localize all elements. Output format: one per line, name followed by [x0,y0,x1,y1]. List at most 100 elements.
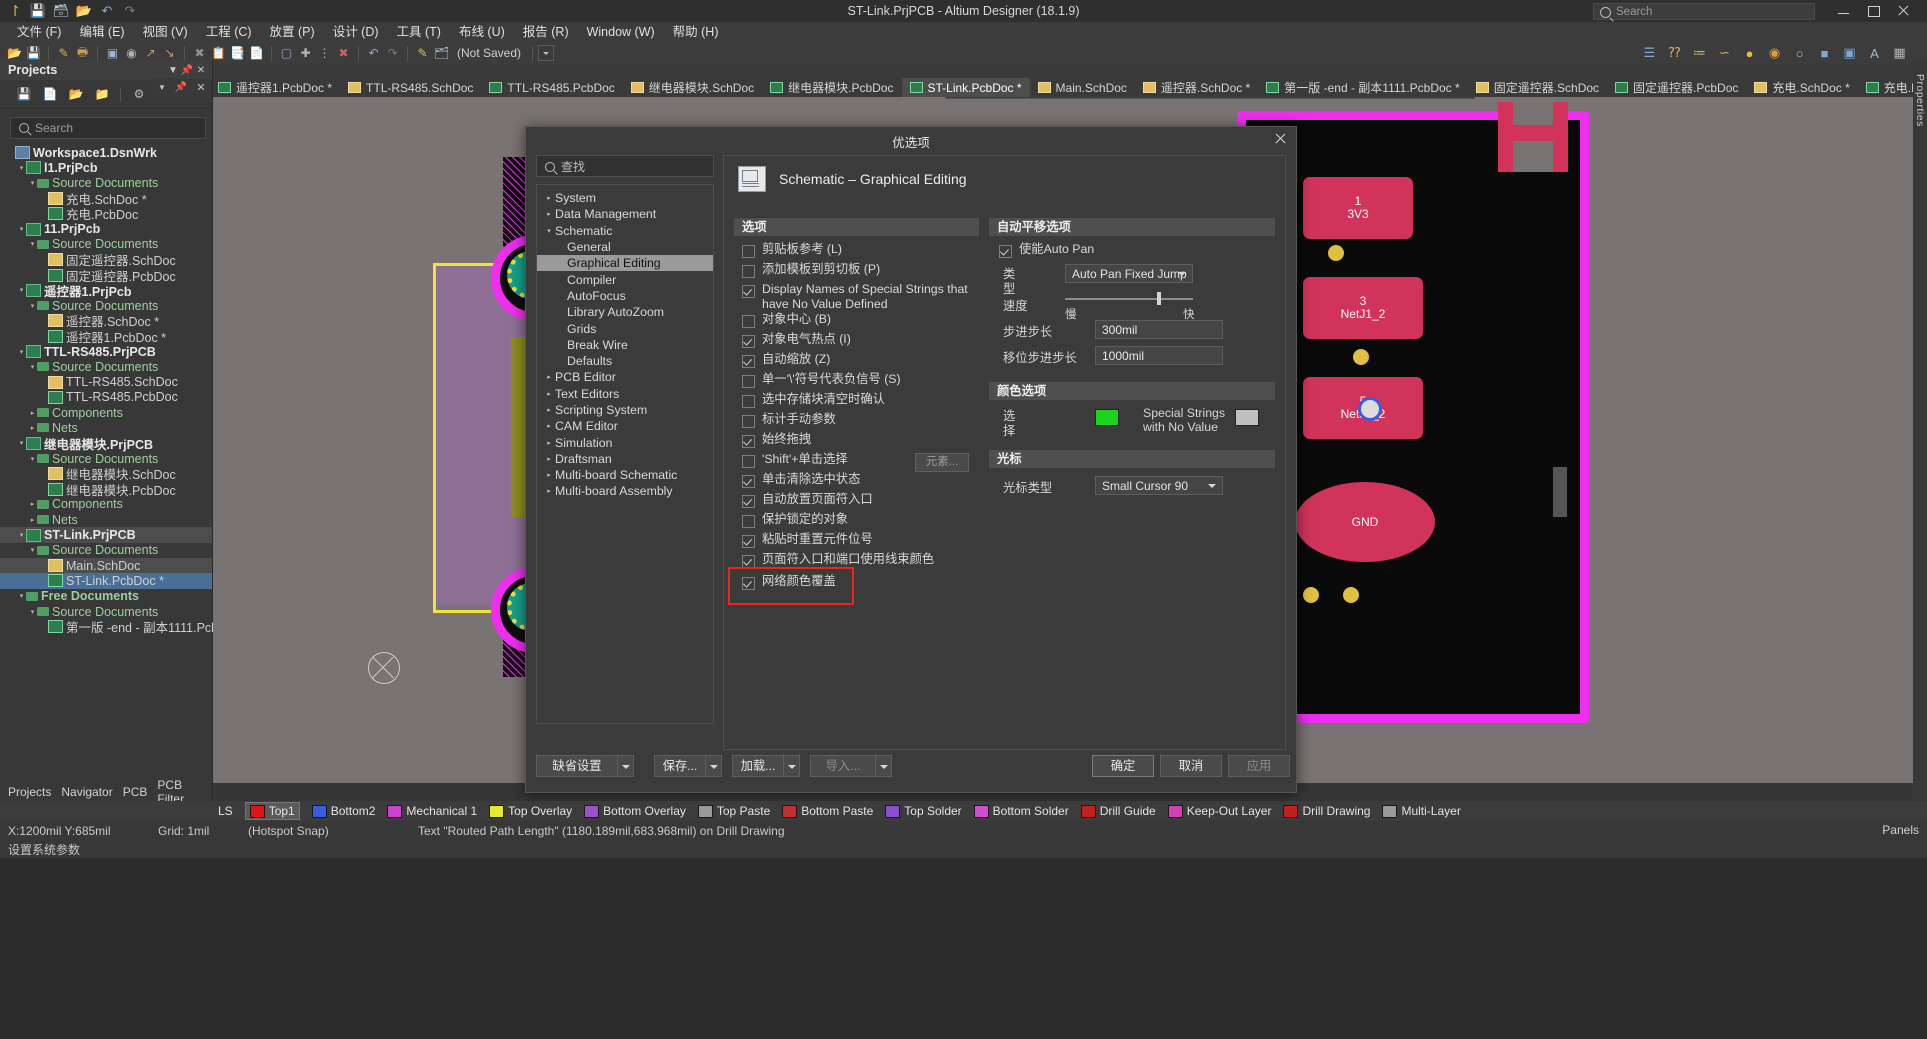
panels-button[interactable]: Panels [1882,823,1919,837]
chevron-down-icon[interactable]: ▾ [28,608,37,616]
properties-panel-tab[interactable]: Properties [1914,74,1926,127]
document-tab-6[interactable]: Main.SchDoc [1030,78,1135,97]
project-tree-item[interactable]: 第一版 -end - 副本1111.Pcb [0,619,212,634]
document-tabs[interactable]: 遥控器1.PcbDoc *TTL-RS485.SchDocTTL-RS485.P… [152,78,1927,97]
slider-thumb[interactable] [1157,292,1161,305]
cancel-button[interactable]: 取消 [1160,755,1222,777]
options-list[interactable]: 剪贴板参考 (L)添加模板到剪切板 (P)Display Names of Sp… [734,242,979,594]
main-toolbar-right-group[interactable]: ☰ ⁇ ≔ ∽ ● ◉ ○ ■ ▣ A ▦ [1640,42,1909,64]
step-value-input[interactable]: 300mil [1095,320,1223,339]
option-row[interactable]: 对象中心 (B) [734,312,979,332]
menu-item-6[interactable]: 工具 (T) [388,22,450,42]
option-checkbox[interactable] [742,515,755,528]
document-tab-8[interactable]: 第一版 -end - 副本1111.PcbDoc * [1258,78,1467,97]
document-tab-4[interactable]: 继电器模块.PcbDoc [762,78,901,97]
ok-button[interactable]: 确定 [1092,755,1154,777]
chevron-down-icon[interactable]: ▾ [28,363,37,371]
project-tree-item[interactable]: 继电器模块.PcbDoc [0,482,212,497]
maximize-button[interactable] [1867,4,1881,18]
load-split-button[interactable]: 加载... [732,755,800,777]
menu-item-10[interactable]: 帮助 (H) [664,22,728,42]
project-tree-item[interactable]: TTL-RS485.PcbDoc [0,390,212,405]
load-preferences-button[interactable]: 加载... [732,755,784,777]
chevron-right-icon[interactable]: ▸ [543,390,555,398]
layer-tab-3[interactable]: Mechanical 1 [387,804,477,818]
add-project-icon[interactable]: 📁 [94,86,110,102]
option-row[interactable]: 剪贴板参考 (L) [734,242,979,262]
chevron-down-icon[interactable]: ▾ [17,592,26,600]
compile-icon[interactable]: 📄 [42,86,58,102]
option-checkbox[interactable] [742,577,755,590]
document-tab-7[interactable]: 遥控器.SchDoc * [1135,78,1258,97]
project-tree-item[interactable]: ▾l1.PrjPcb [0,160,212,175]
minimize-button[interactable] [1837,4,1851,18]
option-checkbox[interactable] [742,285,755,298]
preferences-nav-item[interactable]: AutoFocus [537,288,713,304]
option-row[interactable]: 页面符入口和端口使用线束颜色 [734,552,979,572]
layer-tab-bar[interactable]: LSTop1Bottom2Mechanical 1Top OverlayBott… [0,801,1927,821]
layer-tab-0[interactable]: LS [218,804,233,818]
panel-tab-pcb[interactable]: PCB [123,785,148,799]
chevron-down-icon[interactable]: ▾ [17,286,26,294]
enable-autopan-checkbox[interactable] [999,245,1012,258]
chevron-down-icon[interactable]: ▾ [543,227,555,235]
settings-icon[interactable]: ⚙ [131,86,147,102]
preferences-nav-item[interactable]: ▸Simulation [537,434,713,450]
chevron-right-icon[interactable]: ▸ [543,487,555,495]
chevron-down-icon[interactable]: ▼ [166,63,180,77]
defaults-split-button[interactable]: 缺省设置 [536,755,634,777]
chevron-right-icon[interactable]: ▸ [28,516,37,524]
load-dropdown-arrow[interactable] [784,755,800,777]
place-via-icon[interactable]: ◉ [1765,44,1784,62]
interactive-routing-icon[interactable]: ⁇ [1665,44,1684,62]
chevron-right-icon[interactable]: ▸ [543,194,555,202]
option-row[interactable]: 网络颜色覆盖 [734,574,979,594]
import-split-button[interactable]: 导入... [810,755,892,777]
pin-icon[interactable]: 📌 [175,82,187,93]
chevron-right-icon[interactable]: ▸ [543,455,555,463]
menu-item-8[interactable]: 报告 (R) [514,22,578,42]
select-rect-icon[interactable]: ▢ [277,44,296,62]
option-row[interactable]: 对象电气热点 (I) [734,332,979,352]
variant-combo[interactable] [538,45,554,61]
chevron-right-icon[interactable]: ▸ [28,500,37,508]
option-checkbox[interactable] [742,495,755,508]
place-pad-icon[interactable]: ● [1740,44,1759,62]
chevron-right-icon[interactable]: ▸ [543,471,555,479]
paste-special-icon[interactable]: 📄 [247,44,266,62]
paste-icon[interactable]: 📑 [228,44,247,62]
chevron-down-icon[interactable]: ▾ [17,225,26,233]
layer-tab-6[interactable]: Top Paste [698,804,770,818]
option-row[interactable]: 添加模板到剪切板 (P) [734,262,979,282]
cursor-type-select[interactable]: Small Cursor 90 [1095,476,1223,495]
layer-tab-7[interactable]: Bottom Paste [782,804,873,818]
layer-tab-1[interactable]: Top1 [245,802,300,820]
project-tree-item[interactable]: TTL-RS485.SchDoc [0,374,212,389]
place-arc-icon[interactable]: ○ [1790,44,1809,62]
compile-icon[interactable]: ✎ [413,44,432,62]
place-polygon-icon[interactable]: ▣ [1840,44,1859,62]
document-tab-5[interactable]: ST-Link.PcbDoc * [902,78,1030,97]
projects-search-input[interactable]: Search [10,117,206,139]
project-tree-item[interactable]: ▸Components [0,497,212,512]
chevron-right-icon[interactable]: ▸ [543,210,555,218]
project-tree-item[interactable]: ▾ST-Link.PrjPCB [0,527,212,542]
option-checkbox[interactable] [742,335,755,348]
preferences-nav-item[interactable]: Library AutoZoom [537,304,713,320]
option-row[interactable]: 自动放置页面符入口 [734,492,979,512]
preferences-find-input[interactable]: 查找 [536,155,714,177]
save-dropdown-arrow[interactable] [706,755,722,777]
document-tab-11[interactable]: 充电.SchDoc * [1746,78,1857,97]
option-row[interactable]: 标计手动参数 [734,412,979,432]
save-preferences-button[interactable]: 保存... [654,755,706,777]
preferences-nav-item[interactable]: ▸CAM Editor [537,418,713,434]
menu-item-5[interactable]: 设计 (D) [324,22,388,42]
chevron-right-icon[interactable]: ▸ [543,439,555,447]
option-row[interactable]: 选中存储块清空时确认 [734,392,979,412]
preferences-nav-item[interactable]: ▸Multi-board Assembly [537,483,713,499]
preferences-nav-item[interactable]: ▸Data Management [537,206,713,222]
preferences-nav-item[interactable]: ▸PCB Editor [537,369,713,385]
option-row[interactable]: 单击清除选中状态 [734,472,979,492]
document-tab-1[interactable]: TTL-RS485.SchDoc [340,78,481,97]
enable-autopan-option[interactable]: 使能Auto Pan [989,242,1275,262]
